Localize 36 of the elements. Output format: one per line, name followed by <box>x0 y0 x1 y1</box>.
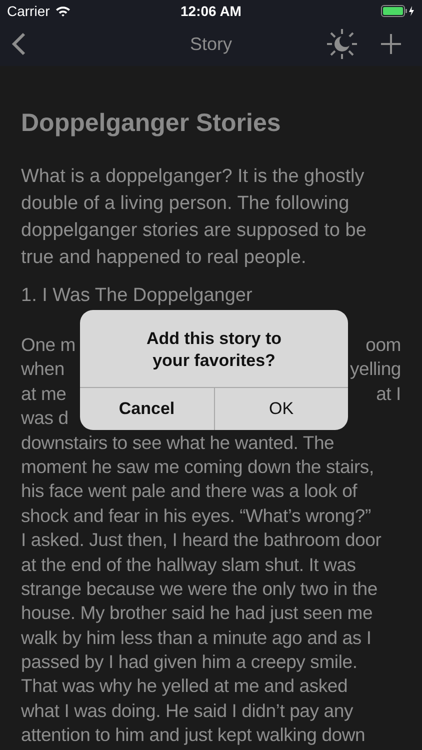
wifi-icon <box>54 5 71 17</box>
text-line: doppelganger stories are supposed to be <box>21 219 366 243</box>
text-line: at I <box>376 382 401 406</box>
text-line: at me <box>21 382 66 406</box>
ok-button[interactable]: OK <box>214 388 348 430</box>
text-line: his face went pale and there was a look of <box>21 479 358 504</box>
text-line: What is a doppelganger? It is the ghostly <box>21 165 364 189</box>
text-line: shock and fear in his eyes. “What’s wrong?” <box>21 504 371 528</box>
text-line: house. My brother said he had just seen me <box>21 601 373 626</box>
section-heading: 1. I Was The Doppelganger <box>21 284 252 308</box>
text-line: passed by I had given him a creepy smile. <box>21 650 358 674</box>
text-line: One m <box>21 333 76 357</box>
text-line: oom <box>366 333 401 357</box>
text-line: walk by him less than a minute ago and as I <box>21 626 372 650</box>
text-line: yelling <box>350 357 401 382</box>
article-title: Doppelganger Stories <box>21 108 281 138</box>
text-line: double of a living person. The following <box>21 192 350 216</box>
text-line: was d <box>21 406 68 430</box>
battery-icon <box>381 5 415 17</box>
alert-message: Add this story to your favorites? <box>145 328 283 372</box>
text-line: true and happened to real people. <box>21 246 306 270</box>
carrier-label: Carrier <box>7 2 50 20</box>
add-button[interactable] <box>380 33 402 55</box>
text-line: when <box>21 357 64 382</box>
text-line: moment he saw me coming down the stairs, <box>21 454 374 479</box>
text-line: attention to him and just kept walking down <box>21 723 366 748</box>
text-line: at the end of the hallway slam shut. It was <box>21 552 356 577</box>
nav-title: Story <box>190 32 232 56</box>
night-mode-icon[interactable] <box>326 28 358 60</box>
cancel-button[interactable]: Cancel <box>80 388 214 430</box>
text-line: That was why he yelled at me and asked <box>21 674 348 698</box>
text-line: I asked. Just then, I heard the bathroom door <box>21 528 382 552</box>
text-line: downstairs to see what he wanted. The <box>21 430 334 455</box>
text-line: what I was doing. He said I didn’t pay any <box>21 698 353 723</box>
status-time: 12:06 AM <box>180 2 242 20</box>
text-line: strange because we were the only two in the <box>21 576 378 601</box>
